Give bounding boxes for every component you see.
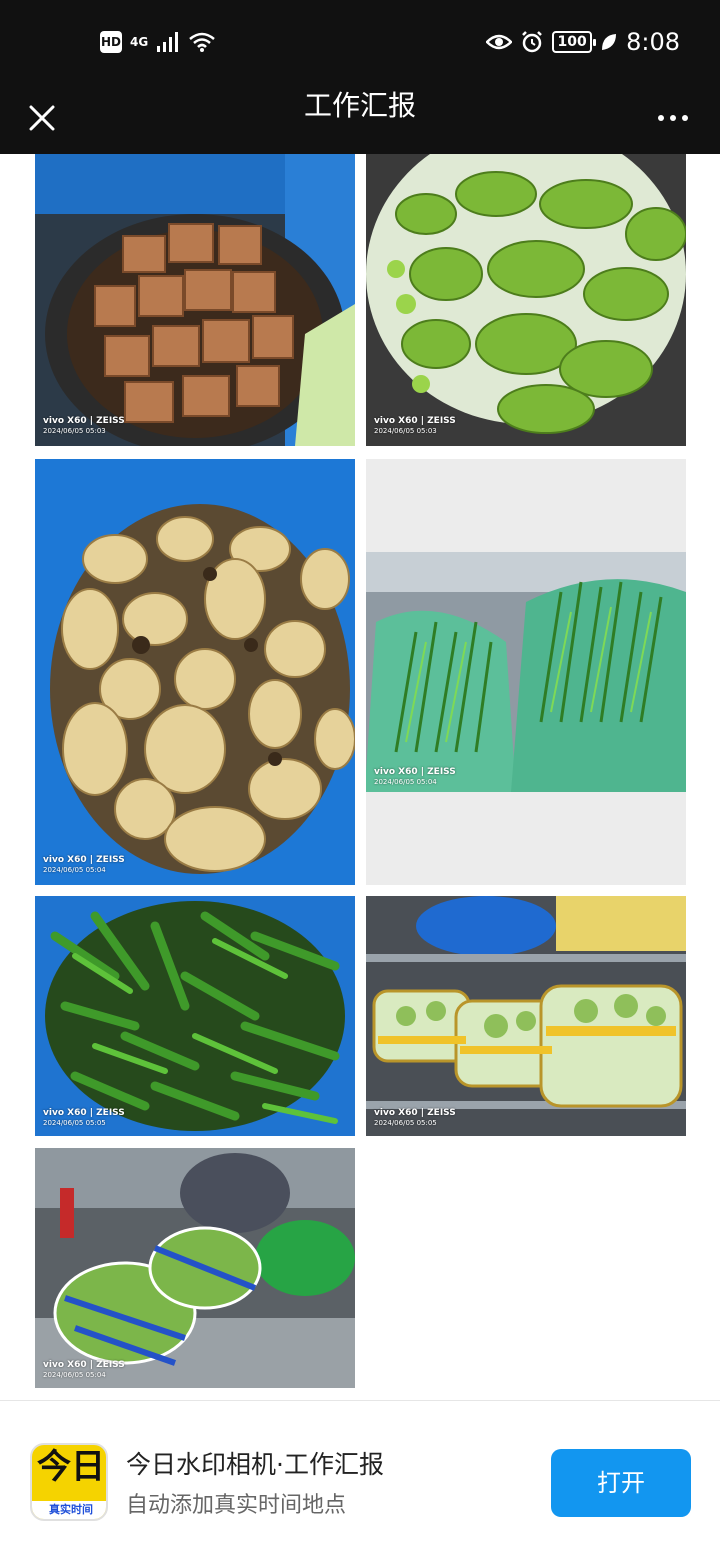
- watermark-camera: vivo X60 | ZEISS: [374, 416, 456, 426]
- watermark-time: 2024/06/05 05:03: [374, 427, 437, 435]
- more-icon-dot: [658, 115, 664, 121]
- photo-chives[interactable]: vivo X60 | ZEISS 2024/06/05 05:04: [366, 459, 686, 885]
- battery-icon: 100: [552, 31, 597, 53]
- eye-icon: [486, 34, 513, 50]
- watermark-camera: vivo X60 | ZEISS: [43, 855, 125, 865]
- cabbage-image: [366, 896, 686, 1136]
- hd-badge: HD: [100, 31, 122, 53]
- photo-watermark: vivo X60 | ZEISS 2024/06/05 05:05: [43, 1108, 125, 1127]
- more-icon-dot: [670, 115, 676, 121]
- photo-watermark: vivo X60 | ZEISS 2024/06/05 05:03: [43, 416, 125, 435]
- chives-image: [366, 552, 686, 792]
- photo-watermark: vivo X60 | ZEISS 2024/06/05 05:04: [43, 1360, 125, 1379]
- watermark-camera: vivo X60 | ZEISS: [374, 1108, 456, 1118]
- watermark-camera: vivo X60 | ZEISS: [43, 1360, 125, 1370]
- watermark-camera: vivo X60 | ZEISS: [374, 767, 456, 777]
- alarm-icon: [522, 31, 542, 53]
- green-peppers-image: [366, 154, 686, 446]
- app-icon[interactable]: 今日 真实时间: [30, 1443, 108, 1521]
- wifi-icon: [189, 32, 216, 52]
- watermark-time: 2024/06/05 05:04: [374, 778, 437, 786]
- app-icon-strip: 真实时间: [32, 1501, 106, 1519]
- status-bar: HD 4G 100 8:08: [0, 0, 720, 84]
- status-right: 100 8:08: [486, 24, 680, 60]
- signal-icon: [157, 32, 179, 52]
- watermark-time: 2024/06/05 05:04: [43, 866, 106, 874]
- page-title: 工作汇报: [303, 89, 416, 122]
- network-type: 4G: [130, 35, 149, 49]
- photo-tofu[interactable]: vivo X60 | ZEISS 2024/06/05 05:03: [35, 154, 355, 446]
- bagged-vegetables-image: [35, 1148, 355, 1388]
- photo-watermark: vivo X60 | ZEISS 2024/06/05 05:04: [374, 767, 456, 786]
- app-description: 自动添加真实时间地点: [126, 1493, 347, 1518]
- tofu-image: [35, 154, 355, 446]
- status-left: HD 4G: [100, 26, 216, 58]
- watermark-time: 2024/06/05 05:04: [43, 1371, 106, 1379]
- close-button[interactable]: [20, 96, 64, 140]
- watermark-time: 2024/06/05 05:05: [374, 1119, 437, 1127]
- more-button[interactable]: [648, 96, 698, 140]
- watermark-camera: vivo X60 | ZEISS: [43, 1108, 125, 1118]
- open-button[interactable]: 打开: [551, 1449, 691, 1517]
- leaf-icon: [602, 34, 617, 50]
- more-icon-dot: [682, 115, 688, 121]
- photo-green-peppers[interactable]: vivo X60 | ZEISS 2024/06/05 05:03: [366, 154, 686, 446]
- watermark-time: 2024/06/05 05:03: [43, 427, 106, 435]
- photo-watermark: vivo X60 | ZEISS 2024/06/05 05:04: [43, 855, 125, 874]
- app-name: 今日水印相机·工作汇报: [126, 1450, 384, 1479]
- photo-watermark: vivo X60 | ZEISS 2024/06/05 05:03: [374, 416, 456, 435]
- photo-cabbage[interactable]: vivo X60 | ZEISS 2024/06/05 05:05: [366, 896, 686, 1136]
- watermark-time: 2024/06/05 05:05: [43, 1119, 106, 1127]
- close-icon: [29, 105, 55, 131]
- watermark-camera: vivo X60 | ZEISS: [43, 416, 125, 426]
- photo-chili-peppers[interactable]: vivo X60 | ZEISS 2024/06/05 05:05: [35, 896, 355, 1136]
- photo-watermark: vivo X60 | ZEISS 2024/06/05 05:05: [374, 1108, 456, 1127]
- clock: 8:08: [626, 28, 680, 56]
- chili-peppers-image: [35, 896, 355, 1136]
- photo-lotus-root[interactable]: vivo X60 | ZEISS 2024/06/05 05:04: [35, 459, 355, 885]
- title-bar: 工作汇报: [0, 84, 720, 154]
- app-banner: 今日 真实时间 今日水印相机·工作汇报 自动添加真实时间地点 打开: [0, 1400, 720, 1560]
- lotus-root-image: [35, 459, 355, 885]
- photo-bagged-vegetables[interactable]: vivo X60 | ZEISS 2024/06/05 05:04: [35, 1148, 355, 1388]
- app-icon-text: 今日: [37, 1447, 105, 1487]
